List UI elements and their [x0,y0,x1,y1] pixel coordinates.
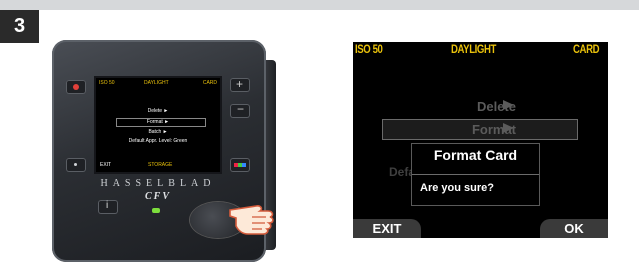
mini-status-bar: ISO 50 DAYLIGHT CARD [96,80,220,88]
menu-dot-icon [74,163,77,166]
mini-softkey-bar: EXIT STORAGE [96,162,220,170]
rgb-icon [234,163,246,167]
mini-menu-batch: Batch ► [148,129,168,135]
brand-logo: HASSELBLAD [100,178,216,189]
minus-icon: − [237,102,245,116]
dialog-message: Are you sure? [420,182,494,194]
red-dot-icon [73,84,79,90]
pointing-hand-icon [229,205,274,235]
mini-exit: EXIT [100,162,112,168]
model-logo: CFV [144,191,171,202]
status-bar: ISO 50 DAYLIGHT CARD [353,42,608,56]
plus-icon: + [236,77,244,91]
mini-storage: CARD [202,80,217,86]
camera-back-illustration: + − i ISO 50 DAYLIGHT CARD Delete ► Form… [52,40,276,262]
iso-label: ISO 50 [355,42,383,56]
camera-plus-button[interactable]: + [230,77,250,92]
status-led [152,208,160,213]
mini-wb: DAYLIGHT [144,80,169,86]
format-confirm-dialog: Format Card Are you sure? [411,143,540,206]
white-balance-label: DAYLIGHT [451,42,496,56]
mini-iso: ISO 50 [99,80,115,86]
camera-lcd-screen: ISO 50 DAYLIGHT CARD Delete ► Format ► B… [94,76,222,174]
mini-menu-format: Format ► [146,119,170,125]
camera-menu-button[interactable] [66,158,86,172]
exit-softkey[interactable]: EXIT [353,219,421,238]
camera-red-button[interactable] [66,80,86,94]
arrow-right-icon [503,100,514,110]
camera-info-button[interactable]: i [98,200,118,214]
step-number-badge: 3 [0,10,39,43]
storage-label: CARD [573,42,600,56]
mini-storage-key: STORAGE [148,162,173,168]
dialog-divider [412,174,539,175]
dialog-title: Format Card [433,147,518,163]
arrow-right-icon [503,123,514,133]
top-bar [0,0,639,10]
camera-minus-button[interactable]: − [230,102,250,118]
ok-softkey[interactable]: OK [540,219,608,238]
mini-menu-default: Default Appr. Level: Green [128,138,188,144]
camera-color-button[interactable] [230,158,250,172]
mini-menu-delete: Delete ► [147,108,169,114]
zoomed-lcd-display: ISO 50 DAYLIGHT CARD Delete Format Defa … [353,42,608,238]
